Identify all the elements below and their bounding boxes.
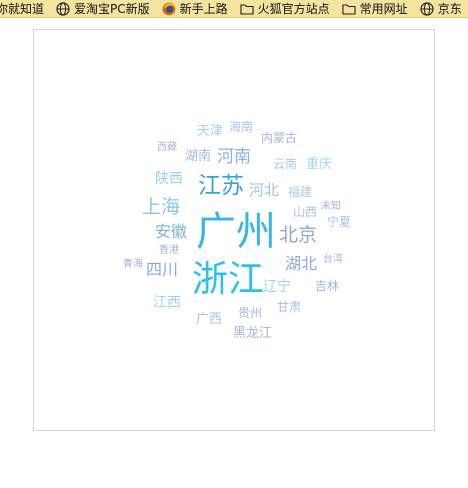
wordcloud-word: 海南 [229, 120, 254, 134]
wordcloud-word: 江苏 [198, 173, 244, 199]
wordcloud-word: 浙江 [192, 259, 265, 300]
bookmark-label: 常用网址 [359, 2, 408, 16]
wordcloud-word: 天津 [197, 124, 224, 139]
globe-icon [56, 1, 70, 16]
wordcloud-word: 辽宁 [263, 279, 291, 295]
wordcloud-word: 广西 [196, 312, 223, 327]
wordcloud-word: 黑龙江 [233, 326, 273, 341]
wordcloud-word: 湖南 [185, 149, 212, 164]
bookmarks-toolbar: 你就知道 爱淘宝PC新版 新手上路 火狐官方站点 常用网址 京东 [0, 0, 468, 18]
wordcloud-word: 陕西 [155, 171, 183, 187]
wordcloud-word: 安徽 [155, 222, 188, 241]
bookmark-item-common-sites[interactable]: 常用网址 [342, 0, 408, 17]
wordcloud-panel: 广州 浙江 江苏 上海 河南北京湖北 四川 安徽 河北 陕西 湖南 天津 海南 内蒙古云南 重庆福建山西未… [33, 29, 435, 431]
wordcloud-word: 河北 [249, 181, 280, 199]
wordcloud-word: 江西 [153, 295, 181, 311]
wordcloud-word: 吉林 [315, 279, 340, 293]
wordcloud-word: 台湾 [323, 254, 343, 265]
bookmark-label: 火狐官方站点 [257, 2, 330, 16]
wordcloud-word: 上海 [142, 196, 181, 218]
bookmark-item-firefox-official[interactable]: 火狐官方站点 [240, 0, 330, 17]
firefox-icon [162, 2, 175, 15]
wordcloud-word: 未知 [321, 201, 341, 212]
bookmark-label: 新手上路 [179, 2, 228, 16]
wordcloud-word: 湖北 [285, 254, 318, 273]
folder-icon [342, 3, 356, 15]
bookmark-item-aitaobao[interactable]: 爱淘宝PC新版 [56, 0, 150, 17]
wordcloud-word: 青海 [123, 259, 143, 270]
wordcloud-word: 四川 [146, 260, 179, 279]
wordcloud-word: 北京 [279, 224, 318, 246]
wordcloud-word: 重庆 [306, 157, 333, 172]
wordcloud-word: 香港 [159, 245, 179, 256]
wordcloud-word: 西藏 [157, 142, 177, 153]
wordcloud-word: 甘肃 [277, 300, 302, 314]
wordcloud-word: 内蒙古 [261, 131, 298, 145]
bookmark-label: 爱淘宝PC新版 [74, 2, 150, 16]
wordcloud-word: 云南 [273, 157, 298, 171]
wordcloud-word: 福建 [288, 185, 313, 199]
bookmark-label: 你就知道 [0, 2, 45, 16]
wordcloud-word: 宁夏 [327, 215, 352, 229]
wordcloud-word: 广州 [196, 209, 276, 255]
globe-icon [420, 1, 434, 16]
bookmark-label: 京东 [437, 2, 462, 16]
wordcloud-word: 贵州 [238, 306, 263, 320]
bookmark-item-getting-started[interactable]: 新手上路 [162, 0, 228, 17]
wordcloud-word: 山西 [293, 205, 318, 219]
bookmark-item-jd[interactable]: 京东 [420, 0, 462, 17]
bookmark-item-baidu[interactable]: 你就知道 [0, 0, 44, 17]
folder-icon [240, 3, 254, 15]
wordcloud-word: 河南 [217, 147, 251, 167]
